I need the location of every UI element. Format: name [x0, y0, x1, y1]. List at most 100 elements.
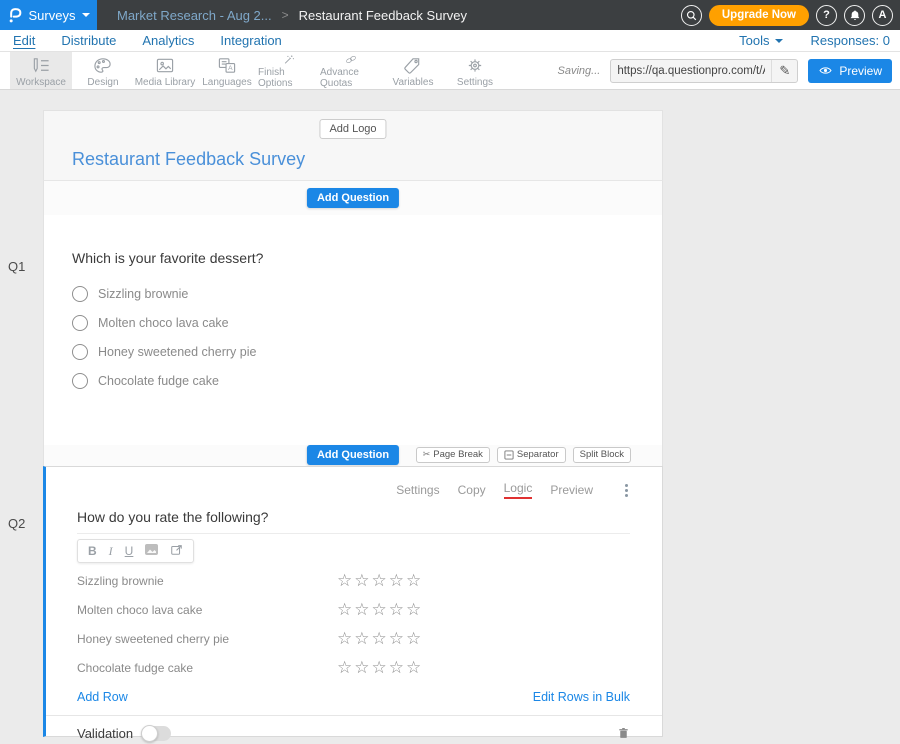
rating-row-label[interactable]: Chocolate fudge cake: [77, 661, 337, 675]
magic-wand-icon: [277, 54, 301, 65]
option-row: Honey sweetened cherry pie: [72, 337, 634, 366]
bold-button[interactable]: B: [88, 544, 97, 558]
option-label[interactable]: Honey sweetened cherry pie: [98, 345, 256, 359]
breadcrumb-survey-name: Restaurant Feedback Survey: [299, 8, 467, 23]
rating-row-label[interactable]: Honey sweetened cherry pie: [77, 632, 337, 646]
star-icon[interactable]: [372, 601, 387, 618]
star-icon[interactable]: [337, 601, 352, 618]
toolbar-item-workspace[interactable]: Workspace: [10, 52, 72, 89]
tab-edit[interactable]: Edit: [13, 33, 35, 48]
breadcrumb-folder[interactable]: Market Research - Aug 2...: [117, 8, 272, 23]
star-icon[interactable]: [372, 659, 387, 676]
star-icon[interactable]: [389, 601, 404, 618]
separator-button[interactable]: Separator: [497, 447, 566, 463]
underline-button[interactable]: U: [125, 544, 134, 558]
option-label[interactable]: Sizzling brownie: [98, 287, 188, 301]
add-question-button-top[interactable]: Add Question: [307, 188, 399, 208]
star-icon[interactable]: [389, 659, 404, 676]
star-icon[interactable]: [354, 659, 369, 676]
question-1-block[interactable]: Which is your favorite dessert? Sizzling…: [43, 215, 663, 445]
kebab-menu-icon[interactable]: [623, 482, 630, 499]
validation-toggle[interactable]: [141, 726, 171, 741]
scissors-icon: ✂: [423, 449, 431, 460]
rating-row: Chocolate fudge cake: [77, 653, 630, 682]
survey-title[interactable]: Restaurant Feedback Survey: [72, 149, 305, 170]
q2-menu-copy[interactable]: Copy: [458, 483, 486, 497]
avatar[interactable]: A: [872, 5, 893, 26]
radio-icon[interactable]: [72, 315, 88, 331]
question-1-text[interactable]: Which is your favorite dessert?: [72, 250, 634, 266]
star-icon[interactable]: [389, 630, 404, 647]
q2-menu-logic[interactable]: Logic: [504, 481, 533, 499]
tab-integration[interactable]: Integration: [220, 33, 281, 48]
toolbar-item-advance-quotas[interactable]: Advance Quotas: [320, 52, 382, 89]
star-icon[interactable]: [337, 572, 352, 589]
star-icon[interactable]: [406, 630, 421, 647]
option-label[interactable]: Chocolate fudge cake: [98, 374, 219, 388]
upgrade-now-button[interactable]: Upgrade Now: [709, 5, 809, 26]
split-block-button[interactable]: Split Block: [573, 447, 631, 463]
star-icon[interactable]: [337, 630, 352, 647]
radio-icon[interactable]: [72, 373, 88, 389]
help-button[interactable]: ?: [816, 5, 837, 26]
star-icon[interactable]: [406, 659, 421, 676]
star-icon[interactable]: [354, 572, 369, 589]
radio-icon[interactable]: [72, 344, 88, 360]
q2-menu-preview[interactable]: Preview: [550, 483, 593, 497]
eye-icon: [818, 65, 833, 76]
text-format-toolbar: B I U: [77, 539, 194, 563]
notifications-button[interactable]: [844, 5, 865, 26]
star-icon[interactable]: [372, 630, 387, 647]
page-break-button[interactable]: ✂ Page Break: [416, 447, 490, 463]
insert-image-icon: [145, 544, 158, 555]
q2-menu-settings[interactable]: Settings: [396, 483, 439, 497]
tools-menu[interactable]: Tools: [739, 33, 782, 48]
add-question-button-bottom[interactable]: Add Question: [307, 445, 399, 465]
saving-status: Saving...: [558, 65, 601, 77]
edit-url-pencil-icon[interactable]: ✎: [771, 60, 797, 82]
star-rating: [337, 601, 421, 618]
toolbar-item-settings[interactable]: Settings: [444, 52, 506, 89]
toolbar-item-design[interactable]: Design: [72, 52, 134, 89]
external-link-button[interactable]: [170, 543, 183, 559]
star-icon[interactable]: [354, 601, 369, 618]
italic-button[interactable]: I: [109, 544, 113, 558]
tab-analytics[interactable]: Analytics: [142, 33, 194, 48]
tag-icon: [401, 56, 425, 75]
image-icon: [153, 56, 177, 75]
delete-question-button[interactable]: [617, 725, 630, 741]
preview-button[interactable]: Preview: [808, 59, 892, 83]
question-2-block[interactable]: Settings Copy Logic Preview How do you r…: [43, 466, 663, 737]
responses-count[interactable]: Responses: 0: [811, 33, 891, 48]
star-icon[interactable]: [389, 572, 404, 589]
toolbar-item-finish-options[interactable]: Finish Options: [258, 52, 320, 89]
search-button[interactable]: [681, 5, 702, 26]
rating-row-label[interactable]: Sizzling brownie: [77, 574, 337, 588]
question-2-text[interactable]: How do you rate the following?: [77, 509, 630, 534]
add-row-link[interactable]: Add Row: [77, 690, 128, 704]
toolbar-item-media-library[interactable]: Media Library: [134, 52, 196, 89]
rating-row: Molten choco lava cake: [77, 595, 630, 624]
star-icon[interactable]: [372, 572, 387, 589]
star-icon[interactable]: [354, 630, 369, 647]
tab-distribute[interactable]: Distribute: [61, 33, 116, 48]
toolbar-item-languages[interactable]: A Languages: [196, 52, 258, 89]
questionpro-logo-icon: [7, 6, 22, 24]
star-icon[interactable]: [406, 601, 421, 618]
toolbar-item-label: Advance Quotas: [320, 67, 382, 89]
toolbar-item-label: Variables: [393, 77, 434, 88]
option-label[interactable]: Molten choco lava cake: [98, 316, 229, 330]
rating-row-label[interactable]: Molten choco lava cake: [77, 603, 337, 617]
section-nav: Edit Distribute Analytics Integration To…: [0, 30, 900, 52]
surveys-product-menu[interactable]: Surveys: [0, 0, 97, 30]
edit-rows-in-bulk-link[interactable]: Edit Rows in Bulk: [533, 690, 630, 704]
star-icon[interactable]: [406, 572, 421, 589]
survey-url-input[interactable]: [611, 65, 771, 77]
star-icon[interactable]: [337, 659, 352, 676]
insert-image-button[interactable]: [145, 544, 158, 558]
add-logo-button[interactable]: Add Logo: [319, 119, 386, 139]
radio-icon[interactable]: [72, 286, 88, 302]
survey-header: Add Logo Restaurant Feedback Survey: [43, 110, 663, 181]
toolbar-item-label: Finish Options: [258, 67, 320, 89]
toolbar-item-variables[interactable]: Variables: [382, 52, 444, 89]
